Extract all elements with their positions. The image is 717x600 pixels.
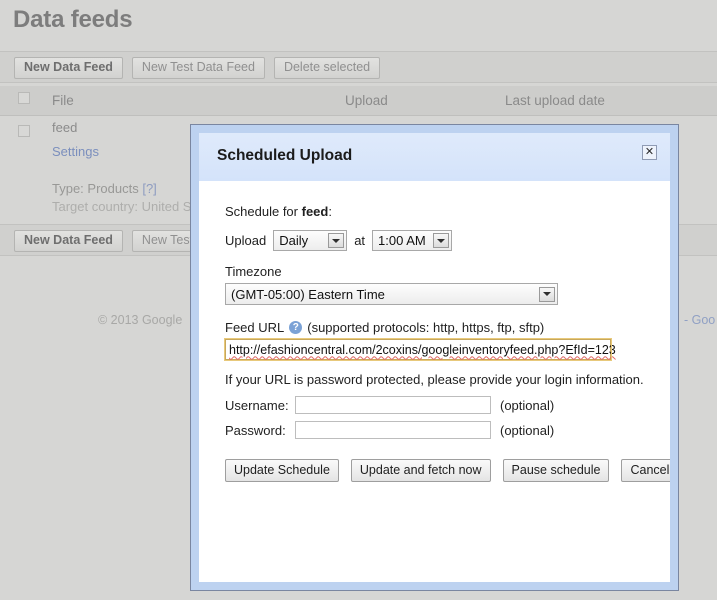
username-label: Username: xyxy=(225,397,289,413)
feed-url-label-row: Feed URL ? (supported protocols: http, h… xyxy=(225,320,670,335)
pause-schedule-button[interactable]: Pause schedule xyxy=(502,459,610,482)
column-header-upload[interactable]: Upload xyxy=(345,93,388,108)
feed-url-input[interactable]: http://efashioncentral.com/2coxins/googl… xyxy=(224,338,616,361)
select-all-checkbox[interactable] xyxy=(18,92,30,107)
username-input[interactable] xyxy=(295,396,491,414)
row-target-country: Target country: United Sta xyxy=(52,199,203,214)
scheduled-upload-dialog: Scheduled Upload ✕ Schedule for feed: Up… xyxy=(190,124,679,591)
row-settings-link[interactable]: Settings xyxy=(52,144,99,159)
row-select-checkbox[interactable] xyxy=(18,125,30,140)
username-optional-note: (optional) xyxy=(500,397,555,413)
schedule-for-prefix: Schedule for xyxy=(225,204,302,219)
update-schedule-button[interactable]: Update Schedule xyxy=(225,459,339,482)
close-icon[interactable]: ✕ xyxy=(642,145,657,160)
time-select[interactable]: 1:00 AM xyxy=(372,230,453,251)
username-row: Username: (optional) xyxy=(225,396,670,414)
new-data-feed-button[interactable]: New Data Feed xyxy=(14,57,123,79)
time-value: 1:00 AM xyxy=(378,233,426,248)
password-optional-note: (optional) xyxy=(500,422,555,438)
row-type: Type: Products [?] xyxy=(52,181,157,196)
schedule-for-text: Schedule for feed: xyxy=(225,204,670,219)
at-label: at xyxy=(354,233,366,248)
row-file-name: feed xyxy=(52,120,78,135)
row-type-help-icon[interactable]: [?] xyxy=(142,181,156,196)
chevron-down-icon xyxy=(433,233,450,248)
timezone-label: Timezone xyxy=(225,264,282,279)
password-row: Password: (optional) xyxy=(225,421,670,439)
timezone-select[interactable]: (GMT-05:00) Eastern Time xyxy=(225,283,558,305)
dialog-title: Scheduled Upload xyxy=(217,147,353,164)
schedule-for-feed-name: feed xyxy=(301,204,329,219)
feed-url-value: http://efashioncentral.com/2coxins/googl… xyxy=(229,342,616,357)
chevron-down-icon xyxy=(328,233,345,248)
frequency-value: Daily xyxy=(279,233,309,248)
frequency-select[interactable]: Daily xyxy=(273,230,348,251)
protocols-note: (supported protocols: http, https, ftp, … xyxy=(307,320,545,335)
checkbox-icon xyxy=(18,125,30,137)
footer-copyright: © 2013 Google xyxy=(98,313,183,327)
cancel-button[interactable]: Cancel xyxy=(621,459,670,482)
feed-url-label: Feed URL xyxy=(225,320,285,335)
dialog-titlebar: Scheduled Upload ✕ xyxy=(199,133,670,182)
password-input[interactable] xyxy=(295,421,491,439)
footer-link[interactable]: - Goo xyxy=(684,313,715,327)
delete-selected-button[interactable]: Delete selected xyxy=(273,57,381,79)
table-header-row: File Upload Last upload date xyxy=(0,86,717,116)
dialog-button-row: Update Schedule Update and fetch now Pau… xyxy=(225,459,670,482)
chevron-down-icon xyxy=(539,286,555,302)
new-test-data-feed-button[interactable]: New Test Data Feed xyxy=(131,57,265,79)
column-header-file[interactable]: File xyxy=(52,93,74,108)
checkbox-icon xyxy=(18,92,30,104)
page-title: Data feeds xyxy=(13,6,133,33)
help-icon[interactable]: ? xyxy=(289,321,303,334)
timezone-value: (GMT-05:00) Eastern Time xyxy=(231,286,385,302)
password-label: Password: xyxy=(225,422,286,438)
schedule-for-suffix: : xyxy=(328,204,332,219)
upload-schedule-row: Upload Daily at 1:00 AM xyxy=(225,230,670,251)
dialog-body: Schedule for feed: Upload Daily at 1:00 … xyxy=(199,182,670,582)
primary-toolbar: New Data Feed New Test Data Feed Delete … xyxy=(0,51,717,83)
column-header-last-upload-date[interactable]: Last upload date xyxy=(505,93,605,108)
update-and-fetch-now-button[interactable]: Update and fetch now xyxy=(350,459,491,482)
password-protected-note: If your URL is password protected, pleas… xyxy=(225,372,644,387)
upload-label: Upload xyxy=(225,233,267,248)
new-data-feed-button-bottom[interactable]: New Data Feed xyxy=(14,230,123,252)
row-type-label: Type: Products xyxy=(52,181,139,196)
